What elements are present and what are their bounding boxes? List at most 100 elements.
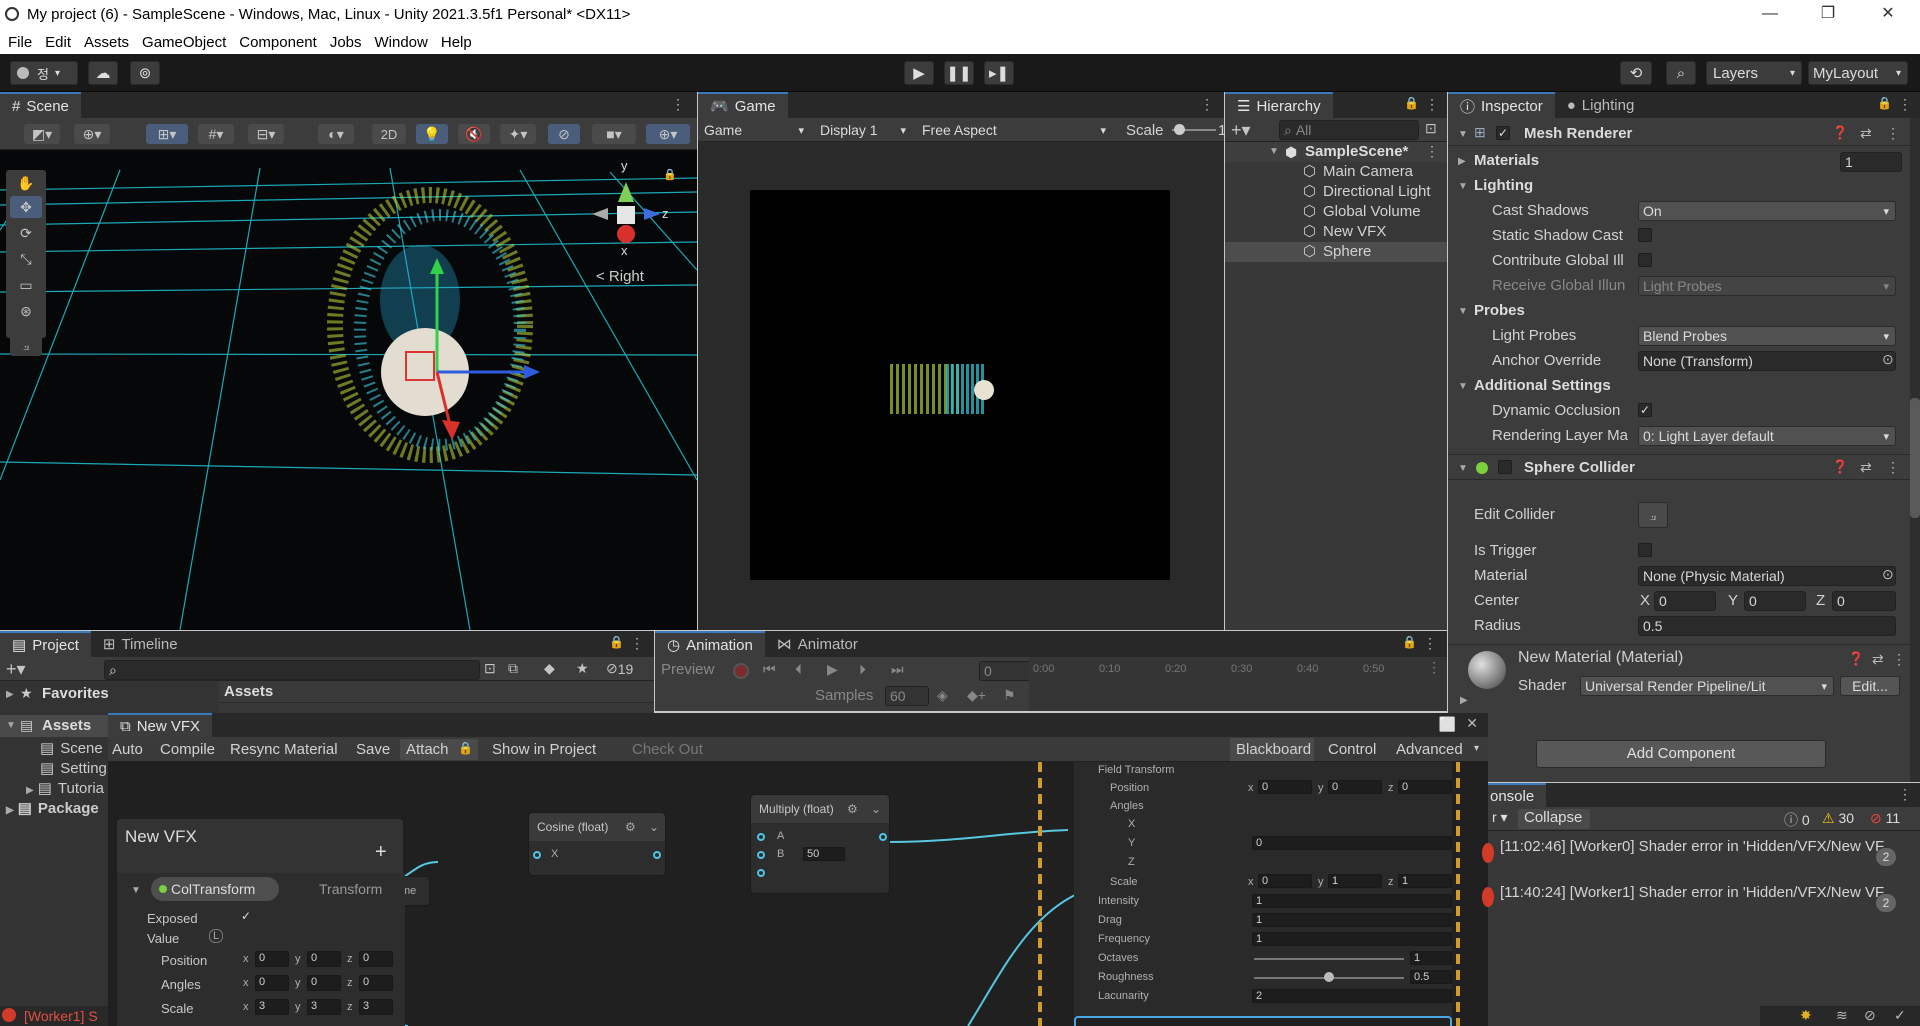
render-sphere-icon[interactable]: ⊕▾ — [74, 124, 110, 144]
shading-mode-icon[interactable]: ◐▾ — [318, 124, 354, 144]
menu-gameobject[interactable]: GameObject — [142, 34, 226, 51]
menu-file[interactable]: File — [8, 34, 32, 51]
move-tool-icon[interactable]: ✥ — [10, 196, 42, 218]
save-button[interactable]: Save — [356, 741, 390, 758]
scene-row-menu-icon[interactable]: ⋮ — [1425, 143, 1439, 160]
mesh-renderer-header[interactable]: ▼ ⊞ ✓ Mesh Renderer ❓ ⇄ ⋮ — [1448, 122, 1910, 146]
gizmo-lock-icon[interactable]: 🔒 — [663, 168, 677, 181]
bb-angles-x[interactable]: 0 — [255, 975, 289, 991]
shader-dropdown[interactable]: Universal Render Pipeline/Lit — [1580, 676, 1834, 696]
error-filter-toggle[interactable]: ⊘ 11 — [1870, 810, 1900, 827]
shader-edit-button[interactable]: Edit... — [1840, 676, 1900, 696]
frequency-field[interactable]: 1 — [1252, 932, 1452, 946]
tab-animation[interactable]: ◷ Animation — [655, 631, 765, 657]
animation-menu-icon[interactable]: ⋮ — [1423, 635, 1437, 652]
audio-toggle-icon[interactable]: 🔇 — [458, 124, 490, 144]
label-filter-icon[interactable]: ◆ — [544, 660, 555, 677]
scene-root-row[interactable]: ▼ ⬢ SampleScene* ⋮ — [1225, 142, 1447, 162]
tree-item-tutorials[interactable]: ▶ ▤ Tutoria — [26, 779, 104, 799]
console-row[interactable]: [11:02:46] [Worker0] Shader error in 'Hi… — [1500, 838, 1900, 855]
favorite-star-icon[interactable]: ★ — [576, 660, 589, 677]
menu-window[interactable]: Window — [375, 34, 428, 51]
light-probes-dropdown[interactable]: Blend Probes — [1638, 326, 1896, 346]
add-component-button[interactable]: Add Component — [1536, 740, 1826, 768]
mesh-renderer-enabled-checkbox[interactable]: ✓ — [1496, 126, 1510, 140]
hierarchy-item[interactable]: ⬡ Main Camera — [1225, 162, 1447, 182]
collapse-toggle[interactable]: Collapse — [1518, 809, 1590, 829]
center-z-field[interactable]: 0 — [1832, 591, 1896, 611]
inspector-lock-icon[interactable]: 🔒 — [1877, 96, 1892, 110]
last-key-icon[interactable]: ⏭ — [891, 661, 904, 678]
preview-toggle[interactable]: Preview — [661, 661, 714, 678]
favorites-item[interactable]: Favorites — [42, 685, 109, 702]
info-filter-toggle[interactable]: ⓘ 0 — [1784, 810, 1810, 830]
sphere-collider-enabled-checkbox[interactable] — [1498, 460, 1512, 474]
cloud-icon[interactable]: ☁ — [88, 61, 118, 85]
radius-field[interactable]: 0.5 — [1638, 616, 1896, 636]
vfx-close-icon[interactable]: ✕ — [1466, 715, 1478, 732]
add-event-icon[interactable]: ◆+ — [967, 687, 986, 704]
bb-position-y[interactable]: 0 — [307, 951, 341, 967]
tab-scene[interactable]: # Scene — [0, 92, 81, 118]
tree-item-packages[interactable]: ▶ ▤ Package — [6, 799, 99, 819]
hierarchy-item[interactable]: ⬡ Global Volume — [1225, 202, 1447, 222]
bb-scale-z[interactable]: 3 — [359, 999, 393, 1015]
menu-assets[interactable]: Assets — [84, 34, 129, 51]
increment-snap-icon[interactable]: ⊟▾ — [248, 124, 284, 144]
hierarchy-menu-icon[interactable]: ⋮ — [1425, 96, 1439, 113]
node-collapse-icon[interactable]: ⌄ — [649, 813, 659, 841]
layers-dropdown[interactable]: Layers ▾ — [1706, 61, 1802, 85]
add-icon[interactable]: +▾ — [1231, 120, 1251, 141]
game-viewport[interactable] — [750, 190, 1170, 580]
exposed-checkbox[interactable]: ✓ — [241, 909, 251, 923]
inspector-scrollbar[interactable] — [1910, 118, 1920, 782]
help-icon[interactable]: ❓ — [1832, 125, 1848, 141]
is-trigger-checkbox[interactable] — [1638, 543, 1652, 557]
preset-icon[interactable]: ⇄ — [1860, 459, 1872, 476]
hierarchy-search-input[interactable]: ⌕ All — [1279, 120, 1419, 140]
record-button[interactable] — [733, 663, 749, 679]
tab-timeline[interactable]: ⊞ Timeline — [91, 631, 190, 657]
cache-server-icon[interactable]: ≋ — [1836, 1007, 1848, 1024]
materials-count-field[interactable]: 1 — [1840, 152, 1902, 172]
2d-toggle-button[interactable]: 2D — [372, 124, 406, 144]
tab-console[interactable]: onsole — [1488, 783, 1547, 807]
center-x-field[interactable]: 0 — [1654, 591, 1716, 611]
grid-icon[interactable]: #▾ — [198, 124, 234, 144]
warning-filter-toggle[interactable]: ⚠ 30 — [1822, 810, 1854, 827]
octaves-field[interactable]: 1 — [1410, 951, 1452, 965]
hierarchy-item[interactable]: ⬡ Directional Light — [1225, 182, 1447, 202]
tab-animator[interactable]: ⋈ Animator — [765, 631, 870, 657]
multiply-node[interactable]: Multiply (float) ⚙ ⌄ A B 50 — [750, 794, 890, 894]
blackboard-toggle[interactable]: Blackboard — [1230, 738, 1314, 761]
position-z-field[interactable]: 0 — [1398, 780, 1452, 794]
play-anim-icon[interactable]: ▶ — [827, 661, 838, 678]
create-icon[interactable]: +▾ — [6, 659, 26, 680]
layout-dropdown[interactable]: MyLayout ▾ — [1808, 61, 1908, 85]
space-icon[interactable]: L — [209, 929, 224, 943]
close-button[interactable]: ✕ — [1865, 0, 1911, 30]
scene-viewport[interactable]: y z x < Right 🔒 ✋ ✥ ⟳ ⤡ ▭ ⊛ ⟓ — [0, 150, 697, 630]
type-filter-icon[interactable]: ⧉ — [508, 660, 518, 677]
physic-material-field[interactable]: None (Physic Material) — [1638, 566, 1896, 586]
compile-button[interactable]: Compile — [160, 741, 215, 758]
bb-scale-x[interactable]: 3 — [255, 999, 289, 1015]
turbulence-block[interactable]: Field Transform Position x0 y0 z0 Angles… — [1074, 762, 1452, 1016]
scale-slider-handle[interactable] — [1174, 124, 1185, 135]
menu-help[interactable]: Help — [441, 34, 472, 51]
input-port-b[interactable] — [757, 851, 765, 859]
collab-icon[interactable]: ⊚ — [130, 61, 160, 85]
bb-scale-y[interactable]: 3 — [307, 999, 341, 1015]
input-port[interactable] — [533, 851, 541, 859]
scale-x-field[interactable]: 0 — [1258, 874, 1312, 888]
display-dropdown[interactable]: Display 1 — [816, 120, 912, 140]
scale-tool-icon[interactable]: ⤡ — [10, 248, 42, 270]
camera-settings-icon[interactable]: ■▾ — [592, 124, 636, 144]
lock-icon[interactable]: 🔒 — [1404, 96, 1419, 110]
static-shadow-checkbox[interactable] — [1638, 228, 1652, 242]
bb-angles-z[interactable]: 0 — [359, 975, 393, 991]
project-menu-icon[interactable]: ⋮ — [630, 635, 644, 652]
roughness-field[interactable]: 0.5 — [1410, 970, 1452, 984]
blackboard-add-button[interactable]: + — [375, 841, 387, 864]
restore-button[interactable]: ❐ — [1805, 0, 1851, 30]
